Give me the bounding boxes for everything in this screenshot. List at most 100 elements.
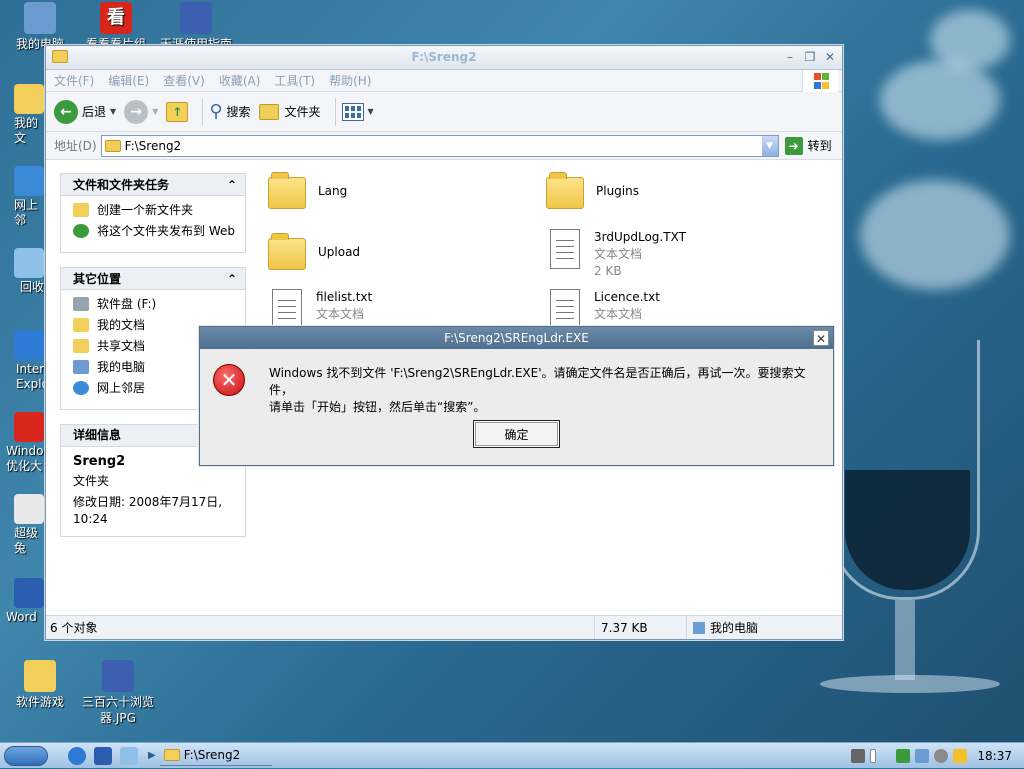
windows-logo-icon [802,70,838,92]
back-button[interactable]: ← 后退 ▼ [54,99,116,124]
dialog-titlebar[interactable]: F:\Sreng2\SREngLdr.EXE ✕ [200,327,833,349]
go-arrow-icon: ➔ [784,136,803,155]
wallpaper-glass-liquid [845,470,970,590]
quicklaunch-chevron-icon[interactable]: ▶ [148,750,156,761]
address-input[interactable]: F:\Sreng2 ▼ [100,134,779,157]
desktop-icon-internet-explorer[interactable]: Inter Explo [0,330,46,392]
task-new-folder[interactable]: 创建一个新文件夹 [73,202,235,219]
text-document-icon [550,289,580,329]
drive-icon [73,297,89,311]
close-button[interactable]: ✕ [822,49,838,65]
task-publish-web[interactable]: 将这个文件夹发布到 Web [73,223,235,240]
desktop-icon-word[interactable]: Word [0,578,46,625]
network-status-icon[interactable] [915,749,930,763]
wallpaper-highlight [880,60,1000,140]
address-value: F:\Sreng2 [124,138,182,153]
file-item-lang[interactable]: Lang [268,172,347,209]
chevron-down-icon[interactable]: ▼ [110,107,116,116]
dialog-title: F:\Sreng2\SREngLdr.EXE [444,331,589,345]
desktop-icon-windows-optimizer[interactable]: Windo 优化大 [0,412,46,474]
menu-file[interactable]: 文件(F) [54,72,94,89]
search-button[interactable]: ⚲ 搜索 [209,101,250,122]
computer-icon [693,621,705,634]
desktop-icon-tianya[interactable]: 天涯使用指南 [156,2,236,46]
menu-help[interactable]: 帮助(H) [329,72,371,89]
clock[interactable]: 18:37 [977,749,1012,763]
desktop-icon-my-documents[interactable]: 我的文 [0,84,46,146]
panel-header[interactable]: 其它位置 ⌃ [61,268,245,290]
maximize-button[interactable]: ❐ [802,49,818,65]
folder-icon [546,172,584,209]
chevron-down-icon[interactable]: ▼ [368,107,374,116]
desktop-icon-network[interactable]: 网上邻 [0,166,46,228]
start-button[interactable] [4,745,48,766]
tray-app-icon-2[interactable] [953,749,968,763]
desktop-icon-super-rabbit[interactable]: 超级兔 [0,494,46,556]
wallpaper-glass-stem [895,600,915,680]
ie-quicklaunch-icon[interactable] [68,746,86,765]
desktop-icon-recycle-bin[interactable]: 回收 [0,248,46,295]
views-button[interactable]: ▼ [341,102,374,121]
views-icon [341,102,364,121]
ie-icon [14,330,44,360]
folder-icon [14,84,44,114]
keyboard-icon[interactable] [851,749,866,763]
network-icon [14,166,44,196]
folder-icon [268,172,306,209]
folder-icon [163,749,180,761]
menu-bar: 文件(F) 编辑(E) 查看(V) 收藏(A) 工具(T) 帮助(H) [46,70,842,92]
menu-tools[interactable]: 工具(T) [274,72,315,89]
taskbar-window-button[interactable]: F:\Sreng2 [159,746,272,766]
go-button[interactable]: ➔ 转到 [784,136,832,155]
media-quicklaunch-icon[interactable] [120,746,138,765]
menu-edit[interactable]: 编辑(E) [108,72,149,89]
up-folder-button[interactable]: ↑ [166,101,189,122]
file-item-licence[interactable]: Licence.txt 文本文档 [546,289,660,329]
ok-button[interactable]: 确定 [473,420,560,448]
menu-favorites[interactable]: 收藏(A) [219,72,261,89]
desktop-icon-kankan[interactable]: 看 看看看片组 [76,2,156,46]
details-type: 文件夹 [73,474,110,488]
file-item-plugins[interactable]: Plugins [546,172,639,209]
desktop-icon-360-browser-jpg[interactable]: 三百六十浏览器.JPG [78,660,158,726]
desktop-icon-software-games[interactable]: 软件游戏 [0,660,80,710]
folders-icon [258,103,279,120]
tianya-icon [180,2,212,34]
folder-icon [104,139,121,152]
panel-header[interactable]: 文件和文件夹任务 ⌃ [61,174,245,196]
menu-view[interactable]: 查看(V) [163,72,205,89]
minimize-button[interactable]: – [782,49,798,65]
search-icon: ⚲ [209,101,223,122]
ime-icon[interactable] [870,749,877,763]
file-tasks-panel: 文件和文件夹任务 ⌃ 创建一个新文件夹 将这个文件夹发布到 Web [60,173,246,253]
file-item-filelist[interactable]: filelist.txt 文本文档 [268,289,372,329]
volume-icon[interactable] [934,749,949,763]
folders-button[interactable]: 文件夹 [258,103,321,120]
toolbar-separator [202,97,204,126]
window-titlebar[interactable]: F:\Sreng2 – ❐ ✕ [46,46,842,70]
folder-icon [268,233,306,270]
wallpaper-highlight [930,10,1010,70]
file-item-upload[interactable]: Upload [268,233,360,270]
error-dialog: F:\Sreng2\SREngLdr.EXE ✕ ✕ Windows 找不到文件… [199,326,834,466]
network-icon [73,381,89,395]
toolbar: ← 后退 ▼ → ▼ ↑ ⚲ 搜索 文件夹 ▼ [46,92,842,132]
forward-arrow-icon: → [124,99,149,124]
place-drive-f[interactable]: 软件盘 (F:) [73,296,235,313]
address-bar: 地址(D) F:\Sreng2 ▼ ➔ 转到 [46,132,842,160]
file-item-3rdupdlog[interactable]: 3rdUpdLog.TXT 文本文档 2 KB [546,229,686,280]
forward-button[interactable]: → ▼ [124,99,158,124]
chevron-down-icon[interactable]: ▼ [761,135,778,156]
outlook-quicklaunch-icon[interactable] [94,746,112,765]
address-label: 地址(D) [54,139,97,153]
tray-app-icon[interactable] [896,749,911,763]
window-title: F:\Sreng2 [411,50,477,64]
collapse-icon[interactable]: ⌃ [227,272,237,286]
text-document-icon [272,289,302,329]
chevron-down-icon[interactable]: ▼ [152,107,158,116]
text-document-icon [550,229,580,269]
shared-folder-icon [73,339,89,353]
collapse-icon[interactable]: ⌃ [227,178,237,192]
dialog-close-button[interactable]: ✕ [813,330,829,346]
computer-icon [73,360,89,374]
